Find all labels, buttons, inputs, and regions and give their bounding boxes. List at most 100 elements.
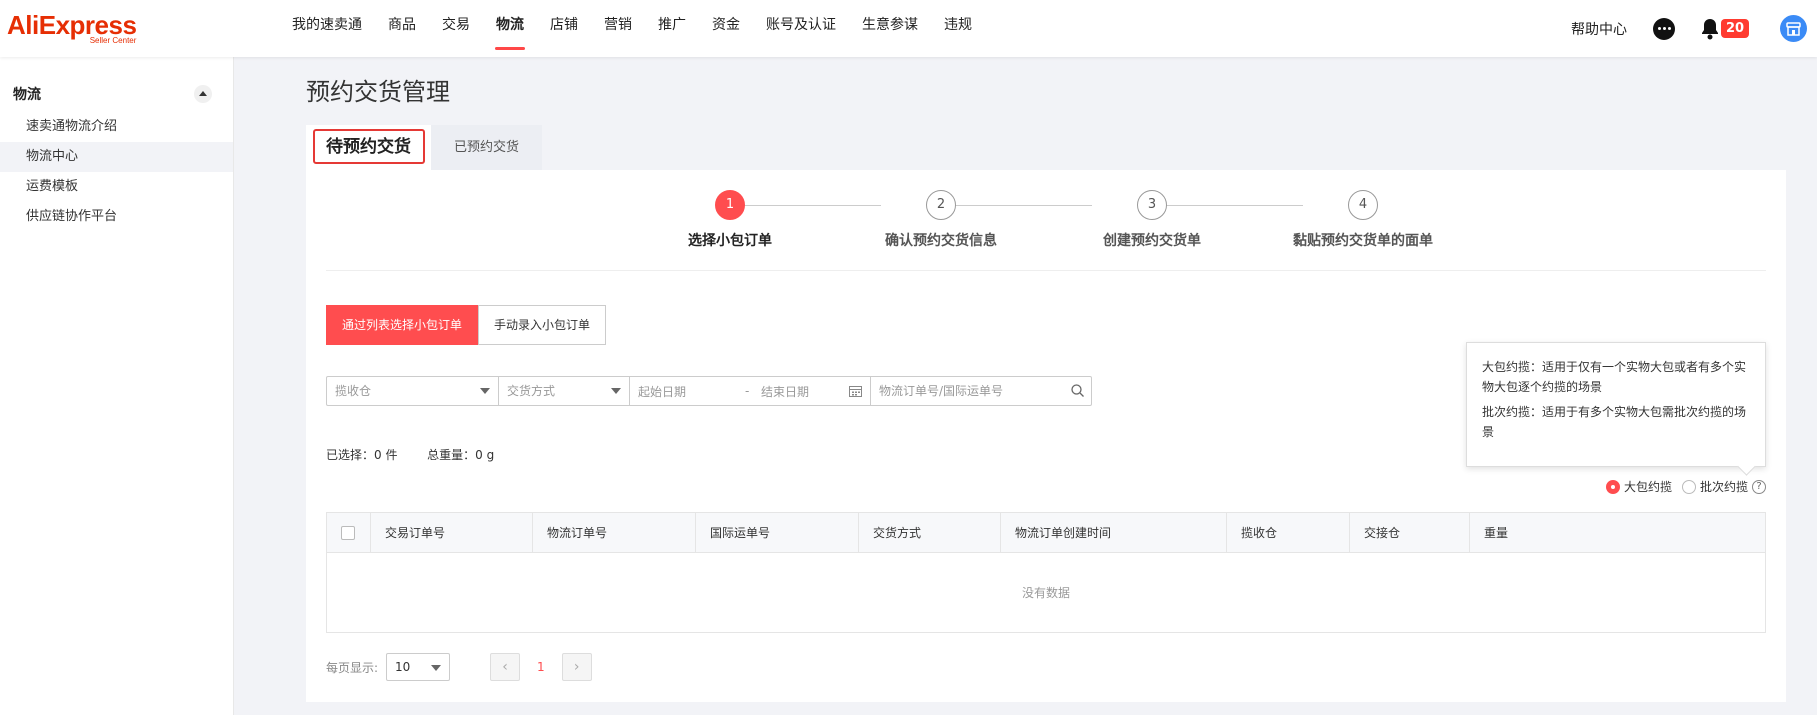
top-right-tools: 帮助中心 20 [1571, 0, 1817, 57]
shop-glyph-icon [1786, 21, 1801, 36]
end-date-input[interactable]: 结束日期 [761, 383, 841, 400]
nav-item-violations[interactable]: 违规 [931, 0, 985, 57]
top-bar: AliExpress Seller Center 我的速卖通 商品 交易 物流 … [0, 0, 1817, 57]
warehouse-select[interactable]: 揽收仓 [327, 377, 499, 405]
tabs: 待预约交货 已预约交货 [306, 125, 543, 170]
selected-count-label: 已选择： [326, 448, 375, 462]
step-connector [941, 205, 1092, 206]
nav-item-account[interactable]: 账号及认证 [753, 0, 849, 57]
chevron-down-icon [431, 665, 442, 671]
nav-item-promotion[interactable]: 推广 [645, 0, 699, 57]
selection-summary: 已选择：0 件 总重量：0 g [326, 446, 494, 463]
sidebar-section-title: 物流 [13, 87, 41, 103]
step-2-circle: 2 [926, 190, 956, 220]
search-input[interactable]: 物流订单号/国际运单号 [871, 377, 1091, 405]
filter-bar: 揽收仓 交货方式 起始日期 - 结束日期 物流订单号/国际运单号 [326, 376, 1092, 406]
nav-item-orders[interactable]: 交易 [429, 0, 483, 57]
notification-badge: 20 [1721, 18, 1749, 38]
col-pickup-warehouse[interactable]: 揽收仓 [1227, 513, 1350, 553]
delivery-method-placeholder: 交货方式 [507, 384, 556, 398]
stepper: 1 2 3 4 选择小包订单 确认预约交货信息 创建预约交货单 黏贴预约交货单的… [306, 190, 1786, 250]
date-range-picker[interactable]: 起始日期 - 结束日期 [630, 377, 871, 405]
tab-pending-delivery[interactable]: 待预约交货 [306, 125, 431, 170]
manual-entry-button[interactable]: 手动录入小包订单 [478, 305, 607, 345]
calendar-icon [849, 386, 862, 397]
radio-bulk-pickup[interactable]: 大包约揽 [1605, 478, 1672, 495]
divider [326, 270, 1766, 271]
chevron-left-icon: ‹ [502, 659, 508, 675]
brand-text: AliExpress [7, 10, 137, 40]
pagination: 每页显示: 10 ‹ 1 › [326, 653, 592, 681]
help-question-icon[interactable]: ? [1752, 479, 1766, 494]
notifications-button[interactable]: 20 [1700, 14, 1754, 44]
table-header: 交易订单号 物流订单号 国际运单号 交货方式 物流订单创建时间 揽收仓 交接仓 … [327, 513, 1765, 553]
sidebar-item-shipping-templates[interactable]: 运费模板 [0, 172, 233, 202]
prev-page-button[interactable]: ‹ [490, 653, 521, 681]
col-intl-waybill[interactable]: 国际运单号 [696, 513, 859, 553]
chevron-down-icon [480, 388, 490, 394]
bell-icon [1702, 18, 1718, 39]
nav-item-my[interactable]: 我的速卖通 [279, 0, 375, 57]
col-created-time[interactable]: 物流订单创建时间 [1001, 513, 1227, 553]
radio-bulk-label: 大包约揽 [1623, 480, 1672, 494]
radio-dot [1681, 479, 1696, 494]
col-logistics-order[interactable]: 物流订单号 [533, 513, 696, 553]
col-handover-warehouse[interactable]: 交接仓 [1350, 513, 1470, 553]
page-title: 预约交货管理 [306, 78, 450, 106]
radio-batch-label: 批次约揽 [1699, 480, 1748, 494]
sidebar-item-supply-chain[interactable]: 供应链协作平台 [0, 202, 233, 232]
top-nav: 我的速卖通 商品 交易 物流 店铺 营销 推广 资金 账号及认证 生意参谋 违规 [279, 0, 985, 57]
nav-item-business-advisor[interactable]: 生意参谋 [849, 0, 931, 57]
selected-count-value: 0 件 [374, 448, 398, 462]
tooltip-line-batch: 批次约揽：适用于有多个实物大包需批次约揽的场景 [1482, 405, 1747, 439]
warehouse-select-placeholder: 揽收仓 [335, 384, 372, 398]
step-2-label: 确认预约交货信息 [885, 233, 997, 249]
selection-mode-group: 通过列表选择小包订单 手动录入小包订单 [326, 305, 607, 345]
pickup-mode-radio-group: 大包约揽 批次约揽 ? [1596, 478, 1766, 495]
tab-booked-delivery[interactable]: 已预约交货 [431, 125, 543, 170]
col-weight[interactable]: 重量 [1470, 513, 1565, 553]
step-3-circle: 3 [1137, 190, 1167, 220]
current-page[interactable]: 1 [537, 660, 545, 674]
step-4-circle: 4 [1348, 190, 1378, 220]
nav-item-funds[interactable]: 资金 [699, 0, 753, 57]
store-icon[interactable] [1780, 15, 1807, 42]
nav-item-marketing[interactable]: 营销 [591, 0, 645, 57]
chevron-right-icon: › [573, 659, 580, 675]
page-size-select[interactable]: 10 [386, 653, 451, 681]
select-all-cell [327, 513, 371, 553]
nav-item-store[interactable]: 店铺 [537, 0, 591, 57]
step-connector [730, 205, 881, 206]
brand-subtitle: Seller Center [89, 36, 137, 45]
search-placeholder: 物流订单号/国际运单号 [879, 384, 1004, 398]
chevron-down-icon [611, 388, 621, 394]
collapse-caret-icon[interactable] [194, 85, 212, 103]
step-connector [1152, 205, 1303, 206]
nav-item-logistics[interactable]: 物流 [483, 0, 537, 57]
sidebar: 物流 速卖通物流介绍 物流中心 运费模板 供应链协作平台 [0, 57, 234, 715]
per-page-label: 每页显示: [326, 660, 379, 675]
aliexpress-logo[interactable]: AliExpress Seller Center [7, 10, 137, 45]
col-delivery-method[interactable]: 交货方式 [859, 513, 1001, 553]
tooltip-line-bulk: 大包约揽：适用于仅有一个实物大包或者有多个实物大包逐个约揽的场景 [1482, 360, 1747, 394]
sidebar-item-logistics-center[interactable]: 物流中心 [0, 142, 233, 172]
radio-batch-pickup[interactable]: 批次约揽 [1681, 478, 1748, 495]
help-center-link[interactable]: 帮助中心 [1571, 19, 1627, 39]
col-trade-order[interactable]: 交易订单号 [371, 513, 533, 553]
sidebar-item-logistics-intro[interactable]: 速卖通物流介绍 [0, 112, 233, 142]
delivery-method-select[interactable]: 交货方式 [499, 377, 630, 405]
page-size-value: 10 [395, 660, 411, 674]
main-panel: 1 2 3 4 选择小包订单 确认预约交货信息 创建预约交货单 黏贴预约交货单的… [306, 170, 1786, 702]
sidebar-section-header[interactable]: 物流 [0, 76, 233, 112]
next-page-button[interactable]: › [561, 653, 592, 681]
start-date-input[interactable]: 起始日期 [630, 383, 745, 400]
select-from-list-button[interactable]: 通过列表选择小包订单 [326, 305, 479, 345]
empty-text: 没有数据 [1021, 586, 1070, 600]
chat-icon[interactable] [1653, 17, 1675, 40]
table-empty-state: 没有数据 [327, 553, 1765, 632]
select-all-checkbox[interactable] [341, 526, 355, 540]
date-separator: - [745, 384, 750, 398]
nav-item-products[interactable]: 商品 [375, 0, 429, 57]
search-icon[interactable] [1071, 384, 1084, 397]
orders-table: 交易订单号 物流订单号 国际运单号 交货方式 物流订单创建时间 揽收仓 交接仓 … [326, 512, 1766, 633]
